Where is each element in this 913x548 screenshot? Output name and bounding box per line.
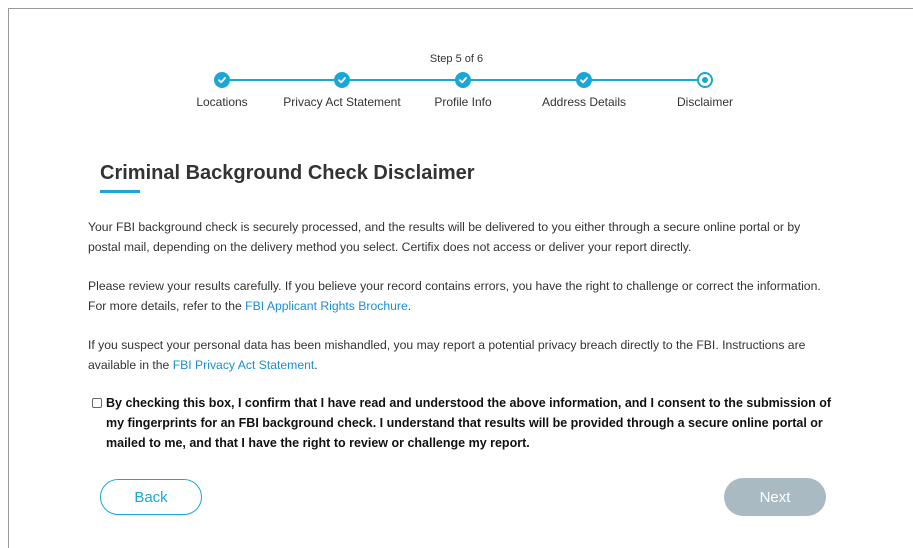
applicant-rights-link[interactable]: FBI Applicant Rights Brochure bbox=[245, 299, 408, 313]
page-title: Criminal Background Check Disclaimer bbox=[100, 162, 475, 184]
radio-dot-icon bbox=[702, 77, 708, 83]
step-label-privacy-act: Privacy Act Statement bbox=[283, 95, 401, 109]
check-icon bbox=[338, 77, 346, 84]
consent-block: By checking this box, I confirm that I h… bbox=[92, 393, 842, 453]
review-text: Please review your results carefully. If… bbox=[88, 279, 821, 313]
step-label-locations: Locations bbox=[196, 95, 248, 109]
consent-checkbox[interactable] bbox=[92, 398, 102, 408]
step-node-address-details bbox=[576, 72, 592, 88]
step-node-locations bbox=[214, 72, 230, 88]
privacy-act-link[interactable]: FBI Privacy Act Statement bbox=[173, 358, 315, 372]
check-icon bbox=[459, 77, 467, 84]
check-icon bbox=[580, 77, 588, 84]
step-node-disclaimer bbox=[697, 72, 713, 88]
privacy-paragraph: If you suspect your personal data has be… bbox=[88, 335, 836, 375]
review-text-end: . bbox=[407, 299, 412, 313]
consent-label[interactable]: By checking this box, I confirm that I h… bbox=[106, 393, 842, 453]
step-count: Step 5 of 6 bbox=[429, 53, 484, 65]
back-button[interactable]: Back bbox=[100, 479, 202, 515]
step-node-privacy-act bbox=[334, 72, 350, 88]
step-label-address-details: Address Details bbox=[541, 95, 627, 109]
title-underline bbox=[100, 190, 140, 193]
next-button[interactable]: Next bbox=[724, 478, 826, 516]
privacy-text-end: . bbox=[314, 358, 318, 372]
step-label-disclaimer: Disclaimer bbox=[676, 95, 734, 109]
step-label-profile-info: Profile Info bbox=[434, 95, 492, 109]
delivery-paragraph: Your FBI background check is securely pr… bbox=[88, 220, 801, 254]
check-icon bbox=[218, 77, 226, 84]
step-node-profile-info bbox=[455, 72, 471, 88]
review-paragraph: Please review your results carefully. If… bbox=[88, 276, 836, 316]
